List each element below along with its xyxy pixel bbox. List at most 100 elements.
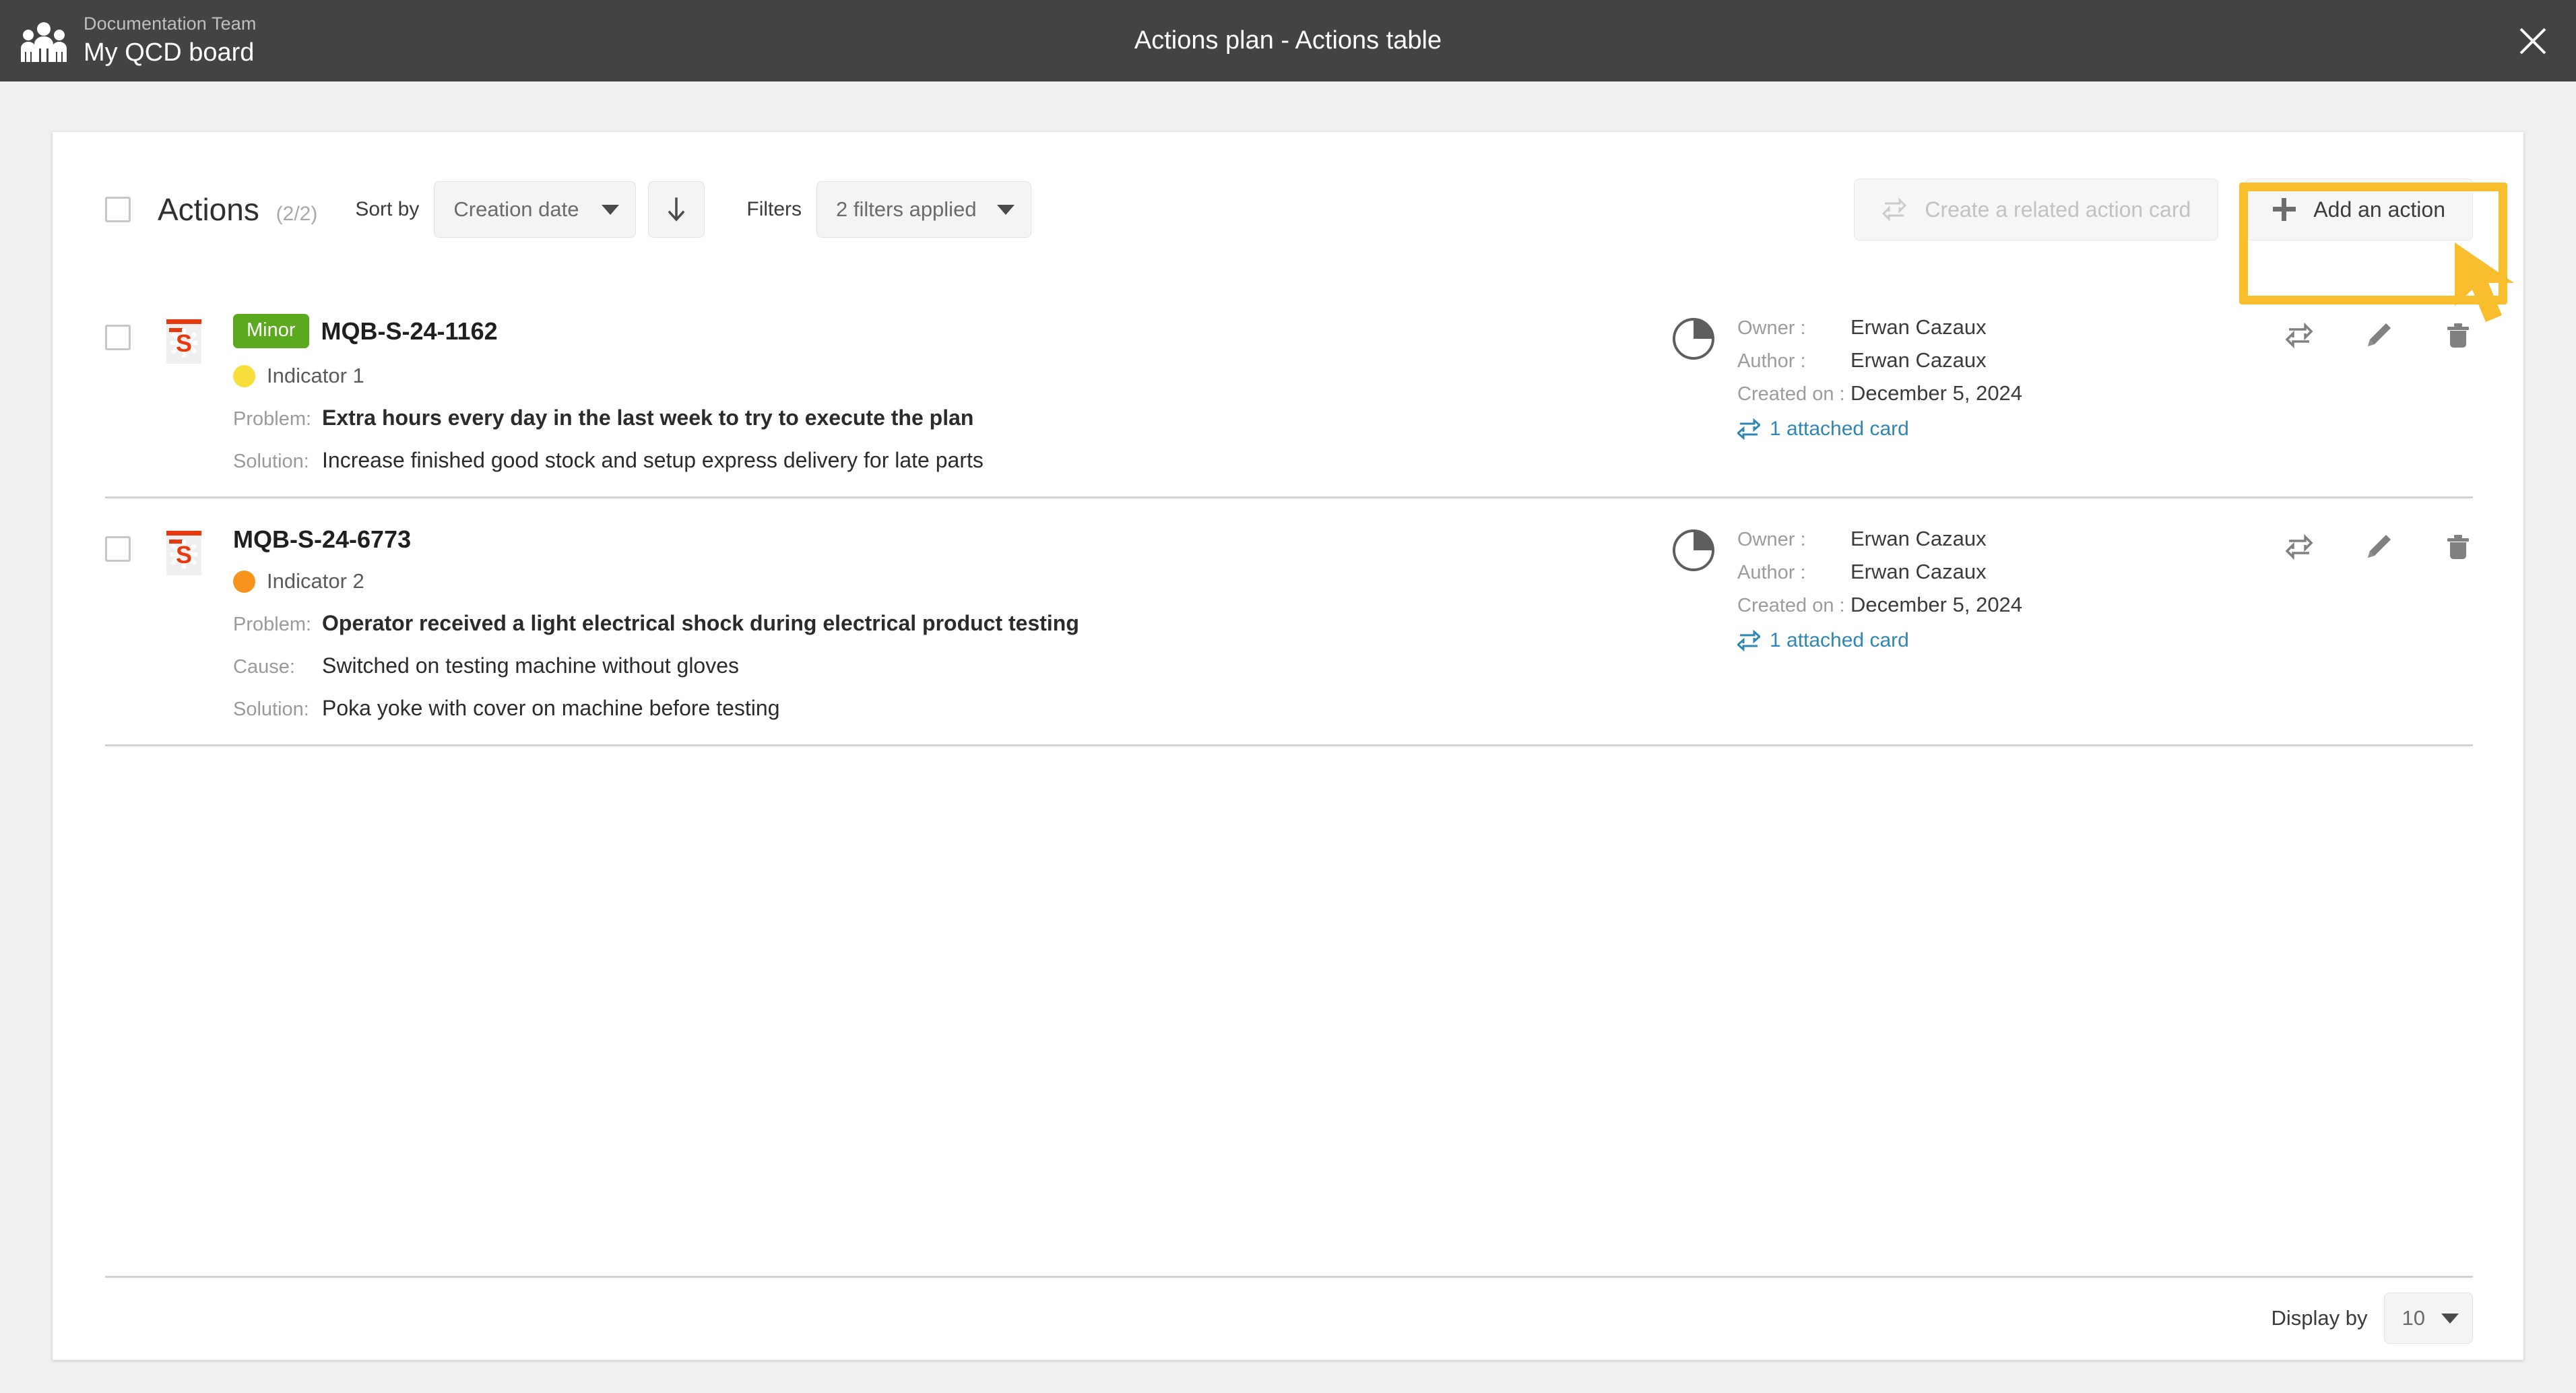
link-action-icon: [2285, 322, 2313, 349]
display-by-select[interactable]: 10: [2383, 1293, 2473, 1344]
actions-heading: Actions (2/2): [158, 191, 317, 228]
sort-by-value: Creation date: [453, 197, 579, 221]
attached-card-link[interactable]: 1 attached card: [1737, 418, 2022, 441]
delete-button[interactable]: [2443, 321, 2473, 350]
arrow-down-icon: [668, 197, 685, 222]
row-meta-text: Owner : Erwan Cazaux Author : Erwan Caza…: [1737, 315, 2022, 441]
add-an-action-label: Add an action: [2313, 197, 2445, 222]
progress-pie-icon: [1673, 529, 1714, 571]
attached-card-icon: [1737, 630, 1760, 651]
select-all-checkbox[interactable]: [105, 197, 131, 222]
table-row[interactable]: S MQB-S-24-6773 Indicator 2 Problem: Ope…: [53, 498, 2523, 746]
field-problem: Problem: Extra hours every day in the la…: [233, 406, 1644, 430]
sort-by-select[interactable]: Creation date: [434, 181, 637, 238]
field-label: Problem:: [233, 614, 312, 635]
field-solution: Solution: Poka yoke with cover on machin…: [233, 696, 1644, 721]
meta-value: December 5, 2024: [1850, 381, 2023, 405]
chevron-down-icon: [2441, 1313, 2459, 1324]
meta-author: Author : Erwan Cazaux: [1737, 560, 2022, 584]
row-action-buttons: [2284, 524, 2473, 562]
severity-badge: Minor: [233, 314, 309, 348]
row-meta: Owner : Erwan Cazaux Author : Erwan Caza…: [1671, 524, 2264, 652]
row-header: Minor MQB-S-24-1162: [233, 314, 1644, 348]
indicator: Indicator 2: [233, 569, 1644, 593]
field-value: Switched on testing machine without glov…: [322, 653, 740, 678]
meta-key: Author :: [1737, 350, 1806, 372]
action-reference: MQB-S-24-1162: [321, 317, 498, 345]
actions-heading-label: Actions: [158, 192, 259, 227]
create-related-action-card-button[interactable]: Create a related action card: [1854, 179, 2219, 240]
meta-value: Erwan Cazaux: [1850, 348, 1987, 372]
window-titlebar: Documentation Team My QCD board Actions …: [0, 0, 2576, 82]
meta-value: Erwan Cazaux: [1850, 560, 1987, 583]
meta-owner: Owner : Erwan Cazaux: [1737, 527, 2022, 551]
svg-text:S: S: [176, 329, 192, 357]
field-label: Problem:: [233, 408, 312, 430]
field-label: Solution:: [233, 451, 309, 472]
link-action-button[interactable]: [2284, 321, 2314, 350]
safety-s-icon: S: [166, 319, 201, 364]
edit-pencil-icon: [2368, 323, 2391, 346]
meta-value: Erwan Cazaux: [1850, 527, 1987, 550]
attached-card-icon: [1737, 418, 1760, 440]
action-reference: MQB-S-24-6773: [233, 525, 412, 553]
sort-direction-button[interactable]: [648, 181, 705, 238]
field-solution: Solution: Increase finished good stock a…: [233, 448, 1644, 473]
footer-divider: [105, 1276, 2473, 1278]
edit-button[interactable]: [2364, 532, 2393, 562]
delete-trash-icon: [2447, 323, 2469, 348]
attached-card-link[interactable]: 1 attached card: [1737, 629, 2022, 652]
edit-pencil-icon: [2368, 535, 2391, 558]
indicator-dot: [233, 570, 255, 593]
field-value: Poka yoke with cover on machine before t…: [322, 696, 780, 720]
meta-created-on: Created on : December 5, 2024: [1737, 381, 2022, 406]
create-related-action-card-label: Create a related action card: [1925, 197, 2191, 222]
close-icon: [2519, 28, 2546, 54]
table-row[interactable]: S Minor MQB-S-24-1162 Indicator 1 Proble…: [53, 287, 2523, 498]
indicator: Indicator 1: [233, 364, 1644, 388]
indicator-dot: [233, 364, 255, 387]
meta-key: Created on :: [1737, 383, 1845, 405]
add-an-action-button[interactable]: Add an action: [2245, 179, 2473, 240]
attached-card-label: 1 attached card: [1770, 418, 1909, 440]
sort-by-label: Sort by: [355, 198, 420, 220]
attached-card-label: 1 attached card: [1770, 629, 1909, 651]
delete-button[interactable]: [2443, 532, 2473, 562]
filters-label: Filters: [746, 198, 802, 220]
display-by-value: 10: [2402, 1306, 2425, 1330]
meta-owner: Owner : Erwan Cazaux: [1737, 315, 2022, 339]
row-meta: Owner : Erwan Cazaux Author : Erwan Caza…: [1671, 313, 2264, 441]
indicator-label: Indicator 2: [267, 569, 364, 593]
row-content: Minor MQB-S-24-1162 Indicator 1 Problem:…: [233, 313, 1644, 473]
row-meta-text: Owner : Erwan Cazaux Author : Erwan Caza…: [1737, 527, 2022, 652]
team-people-icon: [21, 22, 67, 62]
close-button[interactable]: [2490, 0, 2576, 82]
actions-count: (2/2): [276, 203, 318, 225]
meta-key: Owner :: [1737, 317, 1806, 339]
indicator-label: Indicator 1: [267, 364, 364, 387]
progress-pie-icon: [1673, 318, 1714, 360]
actions-table-card: Actions (2/2) Sort by Creation date Filt…: [53, 132, 2523, 1360]
repeat-icon: [1882, 197, 1907, 222]
field-problem: Problem: Operator received a light elect…: [233, 611, 1644, 636]
link-action-button[interactable]: [2284, 532, 2314, 562]
svg-text:S: S: [176, 541, 192, 569]
meta-key: Author :: [1737, 562, 1806, 583]
meta-key: Owner :: [1737, 529, 1806, 550]
field-value: Increase finished good stock and setup e…: [322, 448, 984, 472]
pagination-footer: Display by 10: [2272, 1293, 2473, 1344]
meta-created-on: Created on : December 5, 2024: [1737, 593, 2022, 617]
display-by-label: Display by: [2271, 1306, 2368, 1330]
filters-select[interactable]: 2 filters applied: [816, 181, 1031, 238]
plus-icon: [2273, 198, 2296, 221]
meta-key: Created on :: [1737, 595, 1845, 616]
field-value: Extra hours every day in the last week t…: [322, 406, 974, 430]
delete-trash-icon: [2447, 535, 2469, 559]
team-name: Documentation Team: [84, 13, 257, 34]
edit-button[interactable]: [2364, 321, 2393, 350]
safety-s-icon: S: [166, 531, 201, 575]
row-select-checkbox[interactable]: [105, 325, 131, 350]
filters-value: 2 filters applied: [836, 197, 977, 221]
row-select-checkbox[interactable]: [105, 536, 131, 562]
board-title: My QCD board: [84, 38, 255, 67]
